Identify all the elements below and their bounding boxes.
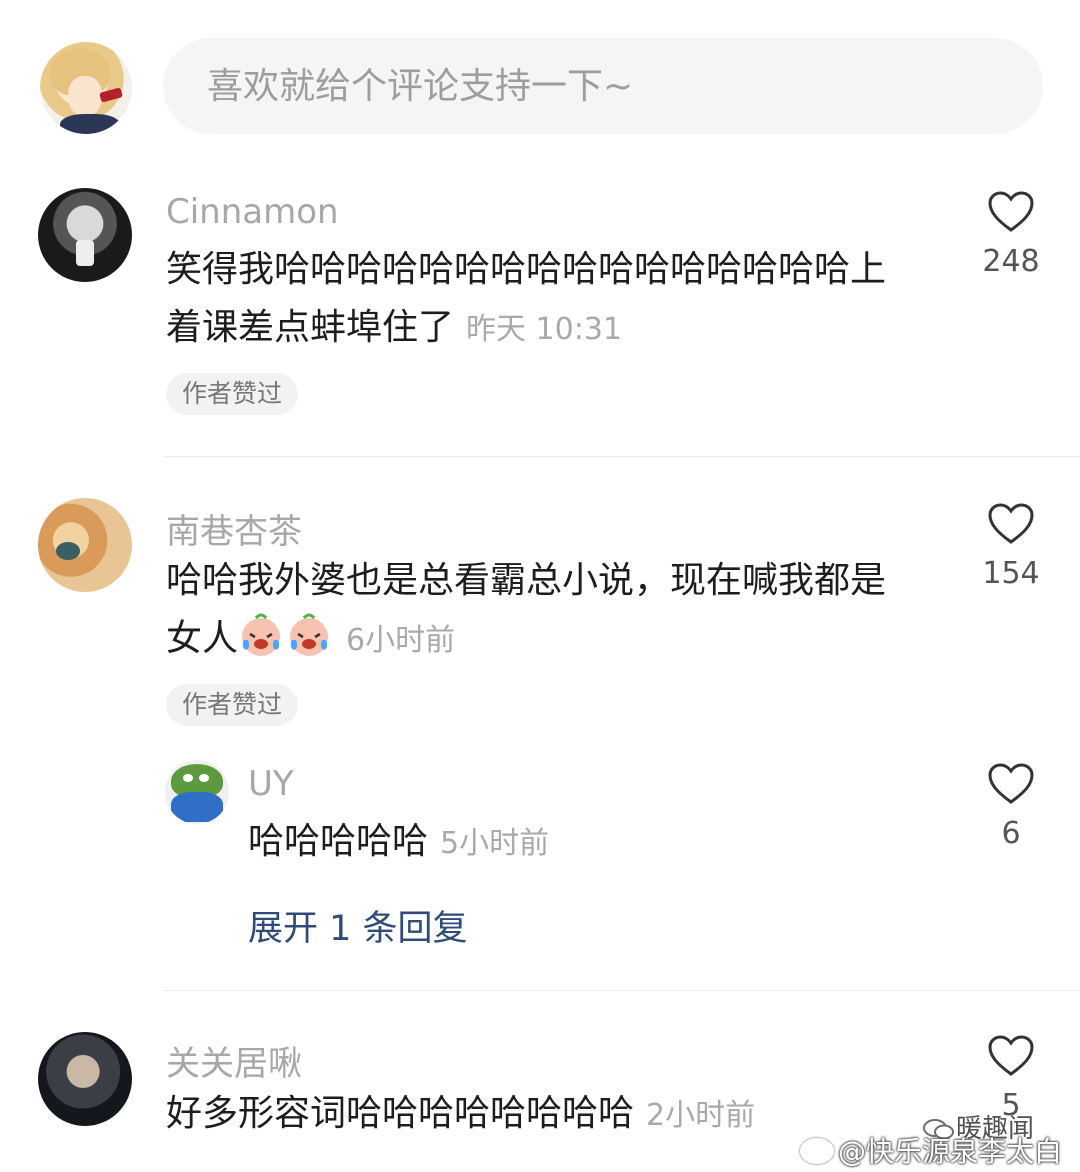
comment-username[interactable]: 关关居啾 [166,1036,302,1085]
comment-username[interactable]: 南巷杏茶 [166,504,302,553]
like-count: 154 [982,556,1040,591]
comment-text-line: 好多形容词哈哈哈哈哈哈哈哈 2小时前 [166,1085,755,1145]
author-liked-badge: 作者赞过 [166,684,299,726]
comment-time: 6小时前 [346,623,456,658]
comment-text-line2: 着课差点蚌埠住了 昨天 10:31 [166,299,622,359]
avatar[interactable] [38,188,132,282]
heart-icon[interactable] [987,762,1035,806]
weibo-account-name: @快乐源泉李太白 [838,1135,1063,1168]
comment-time: 2小时前 [646,1098,756,1133]
expand-replies-link[interactable]: 展开 1 条回复 [248,900,468,951]
heart-icon[interactable] [987,502,1035,546]
comment-text-continued: 着课差点蚌埠住了 [166,307,455,348]
weibo-watermark: @快乐源泉李太白 [800,1130,1062,1170]
comment-time: 昨天 10:31 [466,312,623,347]
heart-icon[interactable] [987,190,1035,234]
comment-text-continued: 女人 [166,618,239,659]
like-count: 6 [1001,816,1021,851]
reply-username[interactable]: UY [248,764,294,804]
author-liked-badge: 作者赞过 [166,373,299,415]
divider [163,456,1080,457]
avatar[interactable] [38,498,132,592]
avatar[interactable] [38,1032,132,1126]
crying-laughing-emoji [290,613,329,656]
comment-input[interactable] [163,38,1043,134]
comment-text: 笑得我哈哈哈哈哈哈哈哈哈哈哈哈哈哈哈哈上 [166,249,887,290]
comment-username[interactable]: Cinnamon [166,192,339,232]
reply-time: 5小时前 [440,826,550,861]
crying-laughing-emoji [242,613,281,656]
heart-icon[interactable] [987,1034,1035,1078]
reply-text-line: 哈哈哈哈哈 5小时前 [248,813,549,873]
reply-text: 哈哈哈哈哈 [248,821,429,862]
like-count: 248 [982,244,1040,279]
weibo-icon [800,1138,834,1164]
comment-text: 好多形容词哈哈哈哈哈哈哈哈 [166,1093,635,1134]
comment-text-line2: 女人 6小时前 [166,610,455,670]
divider [163,990,1080,991]
reply-avatar[interactable] [165,760,229,824]
current-user-avatar [40,42,132,134]
comment-text: 哈哈我外婆也是总看霸总小说，现在喊我都是 [166,560,887,601]
